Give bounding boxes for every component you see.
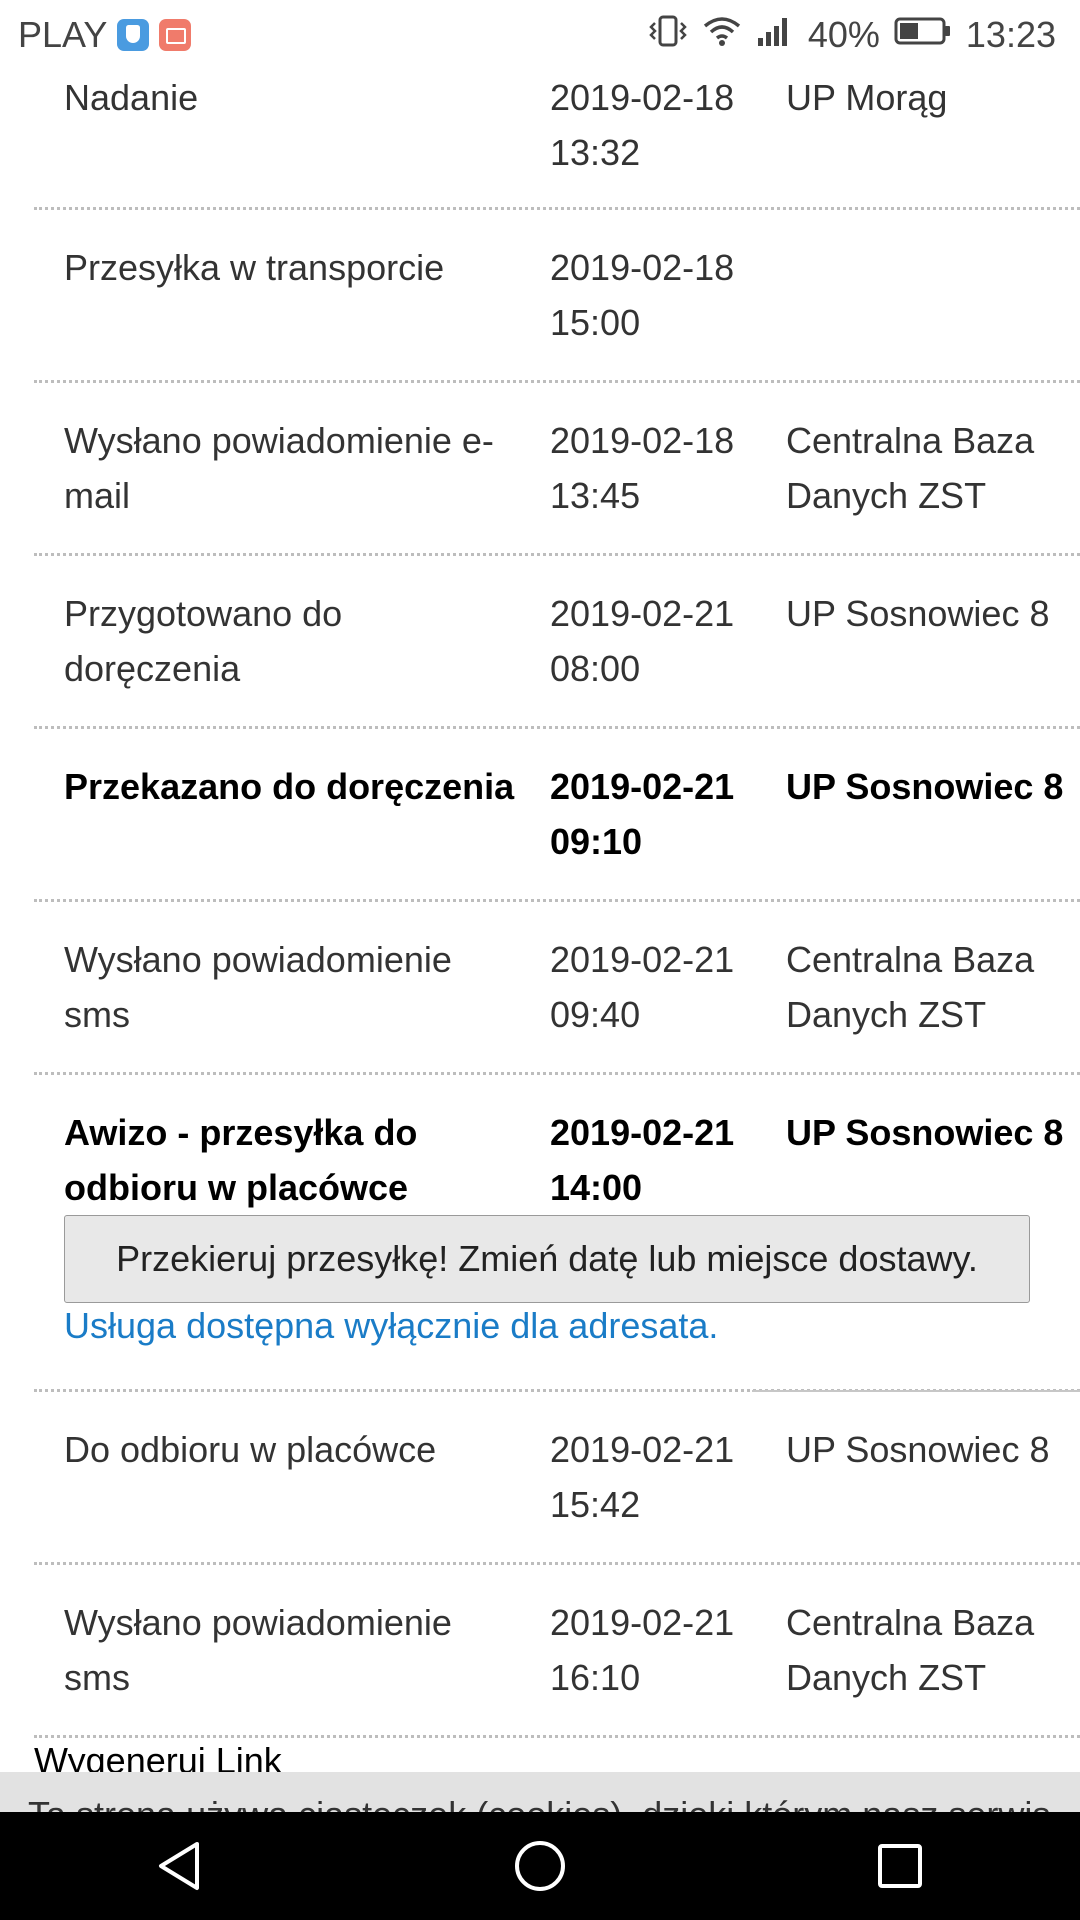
event-date: 2019-02-21 14:00 bbox=[550, 1112, 735, 1208]
event-place: Centralna Baza Danych ZST bbox=[786, 420, 1035, 516]
event-description: Wysłano powiadomienie e-mail bbox=[64, 420, 494, 516]
event-description: Przygotowano do doręczenia bbox=[64, 593, 343, 689]
mail-app-icon bbox=[159, 19, 192, 51]
event-date: 2019-02-18 15:00 bbox=[550, 247, 735, 343]
event-place: UP Morąg bbox=[786, 77, 948, 118]
cookie-banner-text: Ta strona używa ciasteczek (cookies), dz… bbox=[28, 1794, 1050, 1812]
event-date: 2019-02-21 15:42 bbox=[550, 1429, 735, 1525]
event-description: Awizo - przesyłka do odbioru w placówce bbox=[64, 1112, 418, 1208]
back-triangle-icon bbox=[159, 1842, 199, 1890]
back-button[interactable] bbox=[120, 1812, 240, 1920]
event-description: Nadanie bbox=[64, 77, 199, 118]
event-date: 2019-02-21 09:40 bbox=[550, 939, 735, 1035]
home-button[interactable] bbox=[480, 1812, 600, 1920]
table-row: Nadanie 2019-02-18 13:32 UP Morąg bbox=[34, 70, 1080, 210]
carrier-label: PLAY bbox=[18, 14, 108, 55]
status-bar: PLAY 40% 13:23 bbox=[0, 0, 1080, 70]
battery-icon bbox=[894, 14, 952, 56]
table-row: Przygotowano do doręczenia 2019-02-21 08… bbox=[34, 556, 1080, 729]
event-place: UP Sosnowiec 8 bbox=[786, 766, 1064, 807]
status-bar-right: 40% 13:23 bbox=[648, 14, 1080, 57]
event-description: Do odbioru w placówce bbox=[64, 1429, 437, 1470]
recents-button[interactable] bbox=[840, 1812, 960, 1920]
event-description: Wysłano powiadomienie sms bbox=[64, 1602, 452, 1698]
event-date: 2019-02-21 16:10 bbox=[550, 1602, 735, 1698]
addressee-only-note: Usługa dostępna wyłącznie dla adresata. bbox=[64, 1305, 719, 1346]
event-date: 2019-02-21 09:10 bbox=[550, 766, 735, 862]
event-place: Centralna Baza Danych ZST bbox=[786, 939, 1035, 1035]
clock-time: 13:23 bbox=[965, 14, 1056, 55]
recents-square-icon bbox=[878, 1844, 922, 1888]
vibrate-icon bbox=[648, 14, 688, 57]
event-description: Wysłano powiadomienie sms bbox=[64, 939, 452, 1035]
navigation-bar bbox=[0, 1812, 1080, 1920]
cookie-banner: Ta strona używa ciasteczek (cookies), dz… bbox=[0, 1772, 1080, 1812]
table-row: Do odbioru w placówce 2019-02-21 15:42 U… bbox=[34, 1392, 1080, 1565]
event-place: Centralna Baza Danych ZST bbox=[786, 1602, 1035, 1698]
event-place: UP Sosnowiec 8 bbox=[786, 1429, 1050, 1470]
event-description: Przesyłka w transporcie bbox=[64, 247, 445, 288]
event-date: 2019-02-18 13:45 bbox=[550, 420, 735, 516]
event-place: UP Sosnowiec 8 bbox=[786, 593, 1050, 634]
table-row: Wysłano powiadomienie sms 2019-02-21 09:… bbox=[34, 902, 1080, 1075]
table-row: Wysłano powiadomienie e-mail 2019-02-18 … bbox=[34, 383, 1080, 556]
table-row: Przesyłka w transporcie 2019-02-18 15:00 bbox=[34, 210, 1080, 383]
battery-percent: 40% bbox=[807, 14, 880, 55]
table-row: Przekazano do doręczenia 2019-02-21 09:1… bbox=[34, 729, 1080, 902]
event-date: 2019-02-18 13:32 bbox=[550, 77, 735, 173]
event-description: Przekazano do doręczenia bbox=[64, 766, 515, 807]
shield-app-icon bbox=[117, 19, 150, 51]
wifi-icon bbox=[702, 14, 742, 57]
redirect-shipment-button[interactable]: Przekieruj przesyłkę! Zmień datę lub mie… bbox=[64, 1215, 1030, 1303]
event-place: UP Sosnowiec 8 bbox=[786, 1112, 1064, 1153]
home-circle-icon bbox=[515, 1841, 565, 1891]
signal-icon bbox=[756, 14, 794, 57]
status-bar-left: PLAY bbox=[0, 14, 192, 56]
event-date: 2019-02-21 08:00 bbox=[550, 593, 735, 689]
table-row: Wysłano powiadomienie sms 2019-02-21 16:… bbox=[34, 1565, 1080, 1738]
